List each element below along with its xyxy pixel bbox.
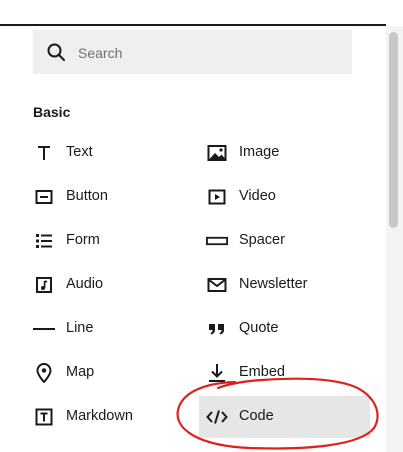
block-label: Button [66, 188, 108, 204]
block-label: Line [66, 320, 94, 336]
block-label: Video [239, 188, 276, 204]
audio-icon [33, 275, 55, 295]
block-label: Audio [66, 276, 104, 292]
block-audio[interactable]: Audio [33, 265, 183, 305]
block-label: Quote [239, 320, 279, 336]
map-pin-icon [33, 363, 55, 383]
search-icon [47, 43, 65, 61]
block-label: Map [66, 364, 95, 380]
block-map[interactable]: Map [33, 353, 183, 393]
block-line[interactable]: Line [33, 309, 183, 349]
block-embed[interactable]: Embed [206, 353, 366, 393]
section-title-basic: Basic [33, 104, 71, 120]
button-icon [33, 187, 55, 207]
block-label: Form [66, 232, 100, 248]
code-icon [206, 407, 228, 427]
block-label: Newsletter [239, 276, 308, 292]
envelope-icon [206, 275, 228, 295]
block-image[interactable]: Image [206, 133, 366, 173]
block-video[interactable]: Video [206, 177, 366, 217]
image-icon [206, 143, 228, 163]
block-form[interactable]: Form [33, 221, 183, 261]
block-label: Embed [239, 364, 285, 380]
block-label: Spacer [239, 232, 285, 248]
block-markdown[interactable]: Markdown [33, 397, 183, 437]
block-label: Image [239, 144, 280, 160]
block-label: Markdown [66, 408, 133, 424]
embed-icon [206, 363, 228, 383]
spacer-icon [206, 231, 228, 251]
block-text[interactable]: Text [33, 133, 183, 173]
block-spacer[interactable]: Spacer [206, 221, 366, 261]
block-button[interactable]: Button [33, 177, 183, 217]
block-quote[interactable]: Quote [206, 309, 366, 349]
block-code[interactable]: Code [199, 396, 370, 438]
line-icon [33, 319, 55, 339]
form-icon [33, 231, 55, 251]
top-divider [0, 24, 386, 26]
search-field[interactable] [33, 30, 352, 74]
block-label: Text [66, 144, 93, 160]
scrollbar-thumb[interactable] [389, 32, 398, 228]
markdown-icon [33, 407, 55, 427]
quote-icon [206, 319, 228, 339]
text-icon [33, 143, 55, 163]
video-icon [206, 187, 228, 207]
block-newsletter[interactable]: Newsletter [206, 265, 366, 305]
search-input[interactable] [76, 40, 340, 66]
block-label: Code [239, 408, 274, 424]
